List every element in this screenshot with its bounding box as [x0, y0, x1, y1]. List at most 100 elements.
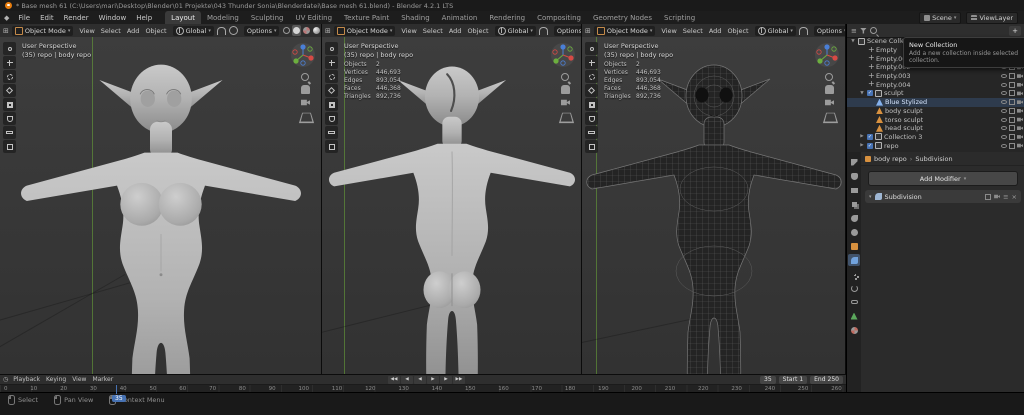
- viewport-menu-item[interactable]: View: [76, 27, 97, 35]
- viewport-menu-item[interactable]: Object: [142, 27, 169, 35]
- render-disable-icon[interactable]: [1017, 117, 1023, 123]
- tool-button[interactable]: [3, 70, 16, 83]
- outliner-row[interactable]: ▼ ✓ sculpt: [847, 89, 1024, 98]
- workspace-tab[interactable]: Texture Paint: [338, 11, 395, 24]
- zoom-icon[interactable]: [825, 73, 833, 81]
- shading-solid-button[interactable]: [292, 25, 301, 36]
- tool-button[interactable]: [585, 42, 598, 55]
- modifier-panel-header[interactable]: ▾ Subdivision ≡ ×: [865, 190, 1021, 203]
- render-disable-icon[interactable]: [1017, 99, 1023, 105]
- row-label[interactable]: head sculpt: [885, 124, 923, 132]
- properties-tab[interactable]: [848, 240, 860, 252]
- viewport-disable-icon[interactable]: [1009, 90, 1015, 96]
- transform-orientation-select[interactable]: Global ▾: [495, 26, 536, 36]
- end-frame-field[interactable]: End 250: [810, 376, 843, 384]
- outliner-editor-icon[interactable]: ≡: [851, 27, 857, 35]
- transport-button[interactable]: [427, 376, 439, 384]
- hide-eye-icon[interactable]: [1001, 144, 1007, 148]
- shading-wireframe-button[interactable]: [282, 25, 291, 36]
- tool-button[interactable]: [585, 70, 598, 83]
- viewport-disable-icon[interactable]: [1009, 82, 1015, 88]
- playhead[interactable]: 35: [112, 385, 126, 394]
- character-model-front[interactable]: [0, 47, 321, 374]
- timeline-menu-item[interactable]: View: [69, 376, 89, 383]
- tool-button[interactable]: [585, 112, 598, 125]
- navigation-gizmo[interactable]: [814, 42, 840, 68]
- outliner-row[interactable]: ✓ head sculpt: [847, 124, 1024, 133]
- properties-tab[interactable]: [848, 254, 860, 266]
- render-disable-icon[interactable]: [1017, 90, 1023, 96]
- hide-eye-icon[interactable]: [1001, 83, 1007, 87]
- timeline-menu-item[interactable]: Marker: [89, 376, 116, 383]
- viewport-menu-item[interactable]: View: [398, 27, 419, 35]
- options-dropdown[interactable]: Options ▾: [814, 26, 845, 36]
- app-menu-item[interactable]: Help: [131, 12, 157, 24]
- tool-button[interactable]: [3, 140, 16, 153]
- render-disable-icon[interactable]: [1017, 82, 1023, 88]
- viewport-disable-icon[interactable]: [1009, 108, 1015, 114]
- properties-tab[interactable]: [848, 282, 860, 294]
- mode-select[interactable]: Object Mode ▾: [594, 26, 655, 36]
- hide-eye-icon[interactable]: [1001, 135, 1007, 139]
- shading-rendered-button[interactable]: [312, 25, 321, 36]
- editor-type-icon[interactable]: ⊞: [3, 27, 9, 35]
- timeline-menu-item[interactable]: Playback: [10, 376, 43, 383]
- viewport-menu-item[interactable]: Select: [420, 27, 446, 35]
- tool-button[interactable]: [3, 98, 16, 111]
- snap-magnet-icon[interactable]: [539, 27, 548, 35]
- properties-tab[interactable]: [848, 212, 860, 224]
- viewport-menu-item[interactable]: Object: [724, 27, 751, 35]
- tool-button[interactable]: [585, 140, 598, 153]
- snap-magnet-icon[interactable]: [217, 27, 226, 35]
- outliner-row[interactable]: ▶ ✓ Collection 3: [847, 133, 1024, 142]
- perspective-toggle-icon[interactable]: [823, 113, 838, 123]
- tool-button[interactable]: [585, 126, 598, 139]
- render-toggle-icon[interactable]: [994, 194, 1000, 200]
- camera-view-icon[interactable]: [301, 98, 310, 107]
- viewport-menu-item[interactable]: Add: [124, 27, 143, 35]
- render-disable-icon[interactable]: [1017, 143, 1023, 149]
- workspace-tab[interactable]: Layout: [165, 11, 201, 24]
- disclosure-arrow-icon[interactable]: ▶: [859, 143, 865, 148]
- viewport-disable-icon[interactable]: [1009, 73, 1015, 79]
- new-collection-button[interactable]: +: [1009, 26, 1021, 36]
- collection-checkbox[interactable]: ✓: [867, 134, 873, 140]
- tool-button[interactable]: [325, 112, 338, 125]
- disclosure-arrow-icon[interactable]: ▼: [859, 91, 865, 96]
- workspace-tab[interactable]: Scripting: [658, 11, 701, 24]
- tool-button[interactable]: [325, 140, 338, 153]
- hide-eye-icon[interactable]: [1001, 74, 1007, 78]
- expand-arrow-icon[interactable]: ▾: [869, 194, 872, 200]
- app-menu-item[interactable]: Edit: [35, 12, 59, 24]
- navigation-gizmo[interactable]: [550, 42, 576, 68]
- row-label[interactable]: Collection 3: [884, 133, 922, 141]
- tool-button[interactable]: [325, 126, 338, 139]
- render-disable-icon[interactable]: [1017, 134, 1023, 140]
- viewport-menu-item[interactable]: Select: [680, 27, 706, 35]
- realtime-toggle-icon[interactable]: [985, 194, 991, 200]
- timeline-editor-icon[interactable]: ◷: [3, 376, 8, 383]
- tool-button[interactable]: [325, 56, 338, 69]
- hide-eye-icon[interactable]: [1001, 100, 1007, 104]
- transport-button[interactable]: [440, 376, 452, 384]
- outliner-row[interactable]: ▶ ✓ repo: [847, 141, 1024, 150]
- row-label[interactable]: Blue Stylized: [885, 98, 927, 106]
- viewport-canvas[interactable]: User Perspective (35) repo | body repo: [0, 37, 321, 374]
- properties-tab[interactable]: [848, 226, 860, 238]
- transport-button[interactable]: [414, 376, 426, 384]
- proportional-edit-icon[interactable]: [229, 26, 238, 35]
- workspace-tab[interactable]: Animation: [436, 11, 484, 24]
- viewport-menu-item[interactable]: Select: [98, 27, 124, 35]
- modifier-name[interactable]: Subdivision: [885, 193, 922, 201]
- hide-eye-icon[interactable]: [1001, 91, 1007, 95]
- mode-select[interactable]: Object Mode ▾: [12, 26, 73, 36]
- properties-tab[interactable]: [848, 184, 860, 196]
- app-menu-item[interactable]: File: [13, 12, 35, 24]
- perspective-toggle-icon[interactable]: [559, 113, 574, 123]
- row-label[interactable]: repo: [884, 142, 899, 150]
- workspace-tab[interactable]: Shading: [395, 11, 435, 24]
- close-icon[interactable]: ×: [1012, 193, 1017, 201]
- blender-menu-icon[interactable]: ◆: [0, 14, 13, 22]
- transport-button[interactable]: [401, 376, 413, 384]
- disclosure-arrow-icon[interactable]: ▶: [859, 134, 865, 139]
